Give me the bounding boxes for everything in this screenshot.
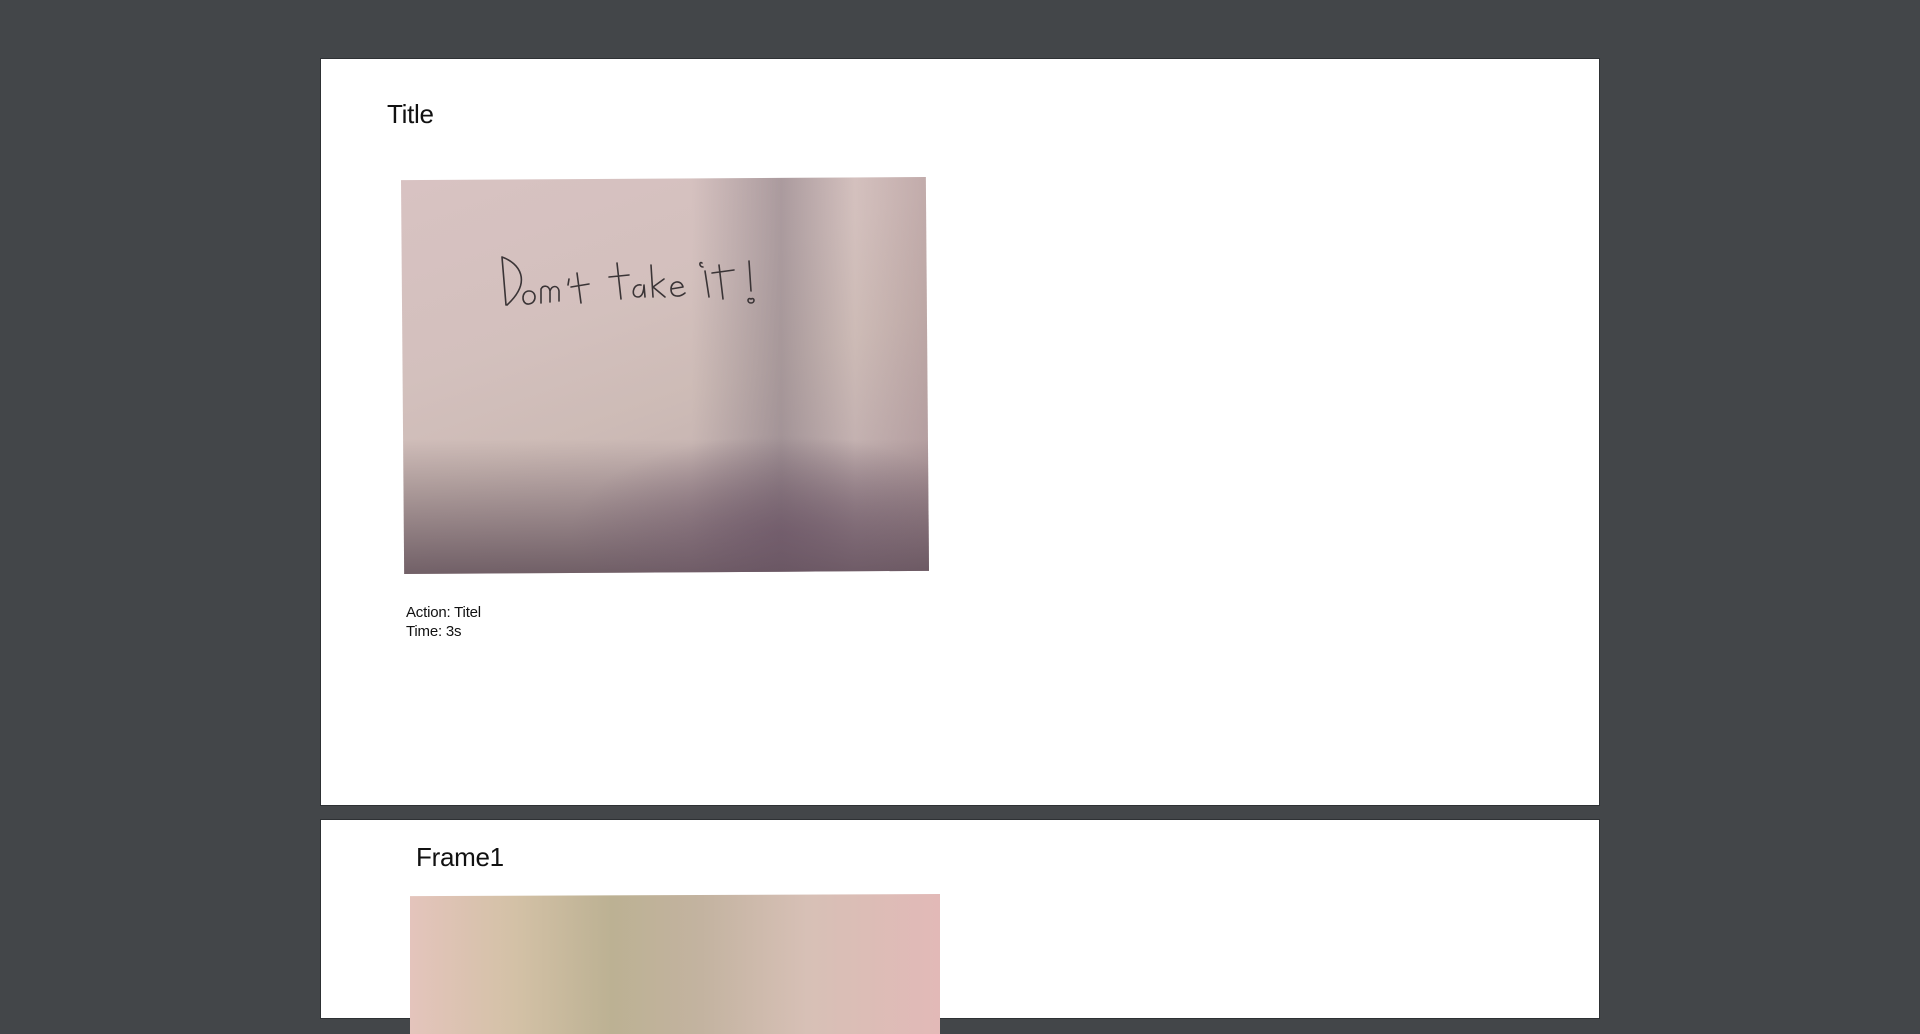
document-page: Frame1 [320,819,1600,1034]
handwritten-text [501,256,755,306]
document-page: Title Action: Titel Time: 3s [320,58,1600,806]
frame-photo [401,177,929,574]
frame-title: Frame1 [416,842,504,872]
frame-title: Title [387,99,434,129]
frame-metadata: Action: Titel Time: 3s [406,603,481,641]
action-label: Action: Titel [406,604,481,621]
time-label: Time: 3s [406,623,462,640]
frame-photo [410,894,940,1034]
